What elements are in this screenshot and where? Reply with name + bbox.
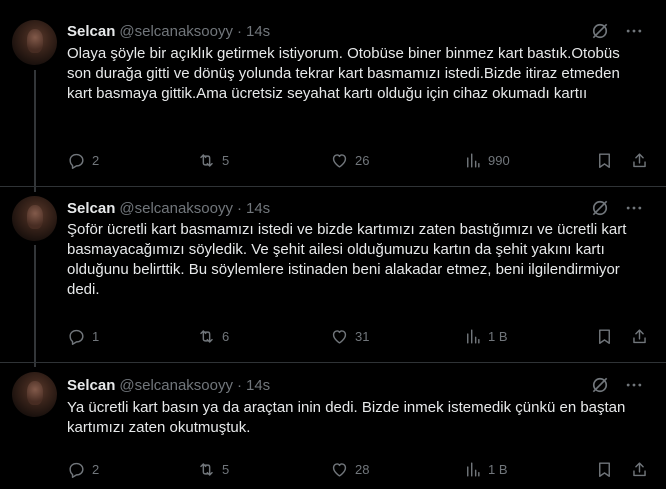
timestamp[interactable]: 14s — [246, 377, 270, 394]
display-name[interactable]: Selcan — [67, 377, 115, 394]
separator-dot: · — [237, 376, 242, 394]
tweet-text: Ya ücretli kart basın ya da araçtan inin… — [67, 399, 626, 436]
repost-count: 5 — [222, 461, 230, 477]
grok-icon[interactable] — [590, 375, 610, 395]
reply-button[interactable]: 2 — [67, 458, 99, 480]
view-count: 1 B — [488, 461, 508, 477]
heart-icon — [330, 460, 349, 479]
views-button[interactable]: 1 B — [463, 458, 508, 480]
user-handle[interactable]: @selcanaksooyy — [119, 377, 233, 394]
tweet-header: Selcan @selcanaksooyy · 14s — [67, 374, 270, 396]
like-count: 28 — [355, 461, 370, 477]
reply-count: 2 — [92, 461, 100, 477]
reply-icon — [67, 460, 86, 479]
share-button[interactable] — [630, 458, 649, 480]
avatar[interactable] — [12, 372, 57, 417]
more-options-icon[interactable] — [624, 375, 644, 395]
share-icon — [630, 460, 649, 479]
repost-button[interactable]: 5 — [197, 458, 229, 480]
tweet[interactable]: Selcan @selcanaksooyy · 14s Ya ücretli k… — [0, 0, 666, 489]
bookmark-button[interactable] — [595, 458, 614, 480]
repost-icon — [197, 460, 216, 479]
bookmark-icon — [595, 460, 614, 479]
like-button[interactable]: 28 — [330, 458, 369, 480]
tweet-actions: 2 5 28 1 B — [67, 458, 649, 480]
analytics-icon — [463, 460, 482, 479]
